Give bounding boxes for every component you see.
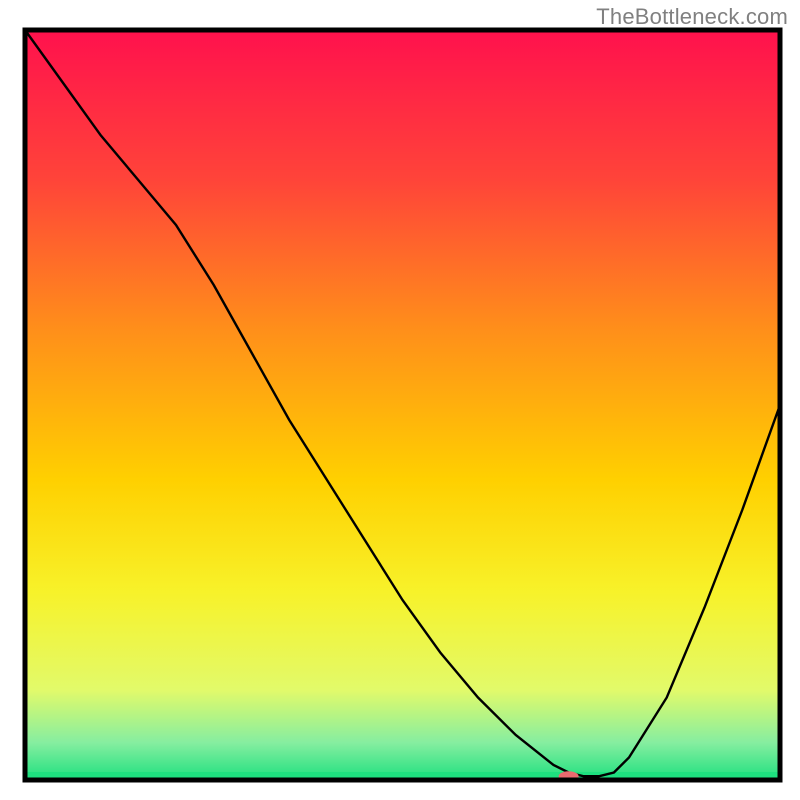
chart-container: TheBottleneck.com — [0, 0, 800, 800]
bottleneck-chart — [0, 0, 800, 800]
watermark-text: TheBottleneck.com — [596, 4, 788, 30]
plot-background — [25, 30, 780, 780]
